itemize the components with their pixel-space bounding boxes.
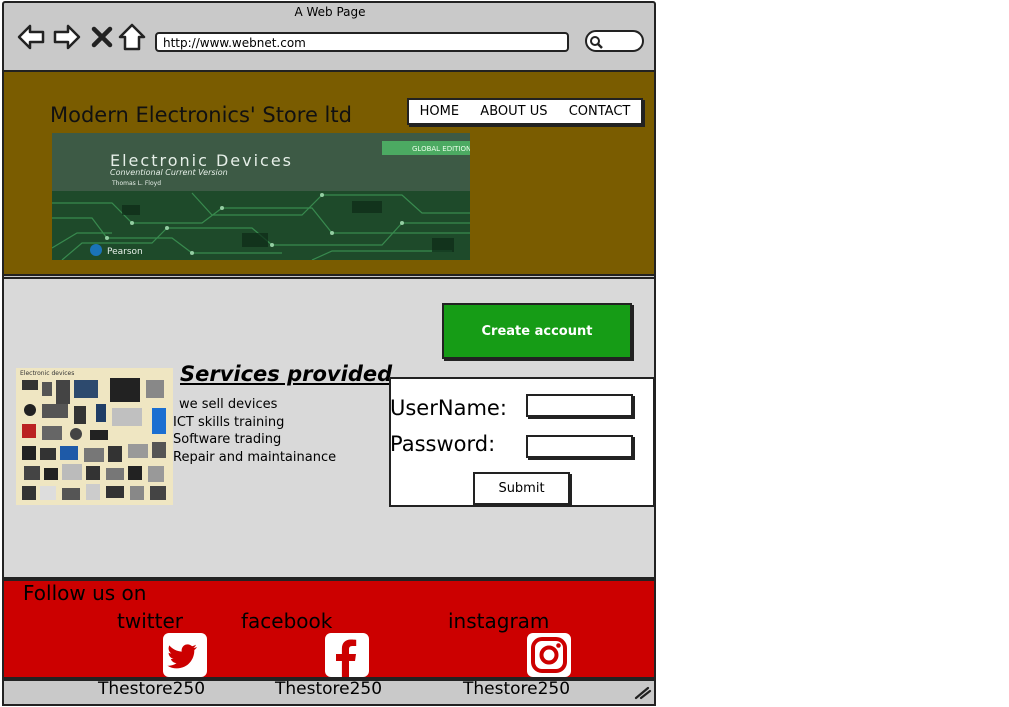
browser-search-box[interactable]	[585, 30, 644, 52]
nav-menu: HOME ABOUT US CONTACT	[407, 98, 643, 125]
banner-edition: GLOBAL EDITION	[412, 145, 470, 153]
nav-contact[interactable]: CONTACT	[569, 104, 631, 119]
services-image: Electronic devices	[16, 368, 173, 505]
twitter-icon[interactable]	[163, 633, 207, 677]
twitter-handle: Thestore250	[98, 679, 206, 699]
banner-book-subtitle: Conventional Current Version	[110, 168, 228, 177]
username-label: UserName:	[390, 396, 507, 420]
instagram-label[interactable]: instagram	[448, 609, 549, 633]
follow-us-label: Follow us on	[23, 581, 147, 605]
list-item: we sell devices	[179, 397, 278, 412]
services-image-caption: Electronic devices	[20, 370, 74, 377]
window-title: A Web Page	[294, 5, 366, 19]
site-title: Modern Electronics' Store ltd	[50, 103, 352, 127]
submit-button[interactable]: Submit	[473, 472, 570, 505]
facebook-handle: Thestore250	[275, 679, 383, 699]
forward-arrow-icon[interactable]	[52, 22, 82, 52]
banner-image: GLOBAL EDITION Electronic Devices Conven…	[52, 133, 470, 260]
services-list: we sell devices ICT skills training Soft…	[173, 396, 336, 466]
facebook-label[interactable]: facebook	[241, 609, 332, 633]
instagram-icon[interactable]	[527, 633, 571, 677]
nav-home[interactable]: HOME	[420, 104, 459, 119]
search-icon	[590, 36, 603, 49]
url-bar[interactable]: http://www.webnet.com	[155, 32, 569, 52]
list-item: Repair and maintainance	[173, 449, 337, 465]
facebook-icon[interactable]	[325, 633, 369, 677]
back-arrow-icon[interactable]	[16, 22, 46, 52]
twitter-label[interactable]: twitter	[117, 609, 183, 633]
list-item: ICT skills training	[173, 414, 285, 430]
banner-publisher: Pearson	[107, 247, 143, 257]
username-input[interactable]	[526, 394, 633, 417]
list-item: Software trading	[173, 432, 282, 447]
banner-author: Thomas L. Floyd	[111, 180, 161, 187]
home-icon[interactable]	[117, 22, 147, 52]
services-heading: Services provided	[180, 362, 393, 386]
create-account-button[interactable]: Create account	[442, 303, 632, 359]
instagram-handle: Thestore250	[463, 679, 571, 699]
password-label: Password:	[390, 432, 496, 456]
resize-handle-icon[interactable]	[634, 684, 652, 700]
password-input[interactable]	[526, 435, 633, 458]
close-x-icon[interactable]	[89, 22, 115, 52]
nav-about-us[interactable]: ABOUT US	[480, 104, 547, 119]
